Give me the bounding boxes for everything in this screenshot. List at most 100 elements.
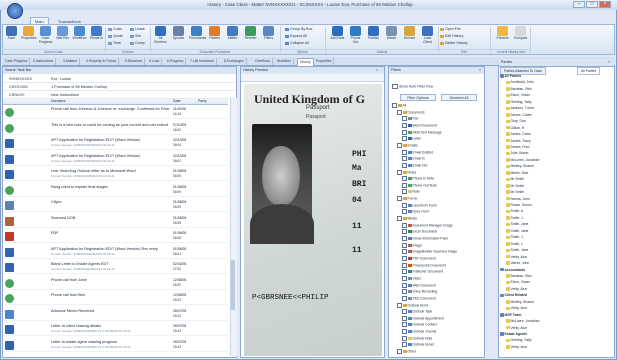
filter-checkbox[interactable] [402, 236, 407, 241]
filter-checkbox[interactable] [402, 309, 407, 315]
party-tree-item[interactable]: Mr Smith [500, 184, 524, 190]
filter-checkbox[interactable] [402, 202, 407, 208]
history-entry[interactable]: APT Application for Registration ED/T (W… [3, 153, 228, 166]
party-tree-item[interactable]: Bardeau, Rick [500, 87, 532, 93]
properties-button[interactable]: Properties [21, 26, 36, 41]
filter-tree-item[interactable]: Image [392, 242, 422, 248]
history-scrollbar-thumb[interactable] [231, 260, 235, 310]
party-tree-item[interactable]: Verity, Alun [500, 255, 527, 261]
expand-all-button[interactable]: Expand All [285, 34, 307, 38]
filter-checkbox[interactable] [402, 189, 407, 195]
party-tree-item[interactable]: Smith, J [500, 216, 523, 222]
parties-button[interactable]: Parties [207, 26, 222, 41]
filter-checkbox[interactable] [397, 349, 402, 355]
case-tab-3-matters[interactable]: 3.Matters [61, 58, 81, 65]
show-auto-filter-row[interactable]: Show Auto Filter Row [392, 84, 433, 89]
filter-tree-item[interactable]: Other [392, 349, 416, 355]
filter-tree-item[interactable]: Outlook Appointment [392, 315, 444, 321]
filter-checkbox[interactable] [397, 169, 402, 175]
costs-button[interactable]: Costs [108, 27, 122, 31]
party-tree-item[interactable]: Verity, Alun [500, 287, 527, 293]
matter-info-row[interactable]: SVNXXXXXX Eve, Louise [3, 75, 236, 83]
filter-checkbox[interactable] [402, 275, 407, 281]
filter-tree-item[interactable]: Media [392, 216, 417, 222]
matter-info-row[interactable]: CSXXXXM 1 Purchase of 69 Meldon Chellup [3, 83, 236, 91]
filter-checkbox[interactable] [402, 289, 407, 295]
history-entry[interactable]: Rang client to explain final stages 01/08… [3, 184, 228, 197]
filter-tree-item[interactable]: Documents [392, 109, 425, 115]
filter-tree-item[interactable]: Email In [392, 156, 425, 162]
collapse-all-button[interactable]: Collapse All [285, 41, 309, 45]
filter-checkbox[interactable] [402, 282, 407, 288]
filter-tree-item[interactable]: Voice Recording [392, 289, 437, 295]
precedents-button[interactable]: Precedents [189, 26, 206, 41]
compact-button[interactable]: Compact [513, 26, 528, 41]
filter-tree-item[interactable]: All [392, 103, 406, 108]
phone-out-button[interactable]: Phone Out [348, 26, 363, 44]
filter-checkbox[interactable] [402, 329, 407, 335]
matter-button[interactable]: Matter [225, 26, 240, 41]
attach-button[interactable]: Attach [384, 26, 399, 41]
edit-history-button[interactable]: Edit History [440, 34, 463, 38]
filter-checkbox[interactable] [392, 103, 397, 108]
filter-tree-item[interactable]: Powerpoint Document [392, 262, 446, 268]
history-entry[interactable]: APT Application for Registration ED/T (W… [3, 246, 228, 259]
party-tree-item[interactable]: James, Fred [500, 145, 529, 151]
party-tree-item[interactable]: Gillian, H [500, 126, 524, 132]
party-tree-item[interactable]: Estate Agents [500, 332, 527, 338]
case-tab-2-instructions[interactable]: 2.Instructions [31, 58, 57, 65]
sell-button[interactable]: Sell [130, 34, 141, 38]
filter-tree-item[interactable]: Word Document [392, 122, 437, 128]
filter-checkbox[interactable] [402, 116, 407, 122]
publish-button[interactable]: Publish [366, 26, 381, 41]
all-screens-button[interactable]: All Screens [153, 26, 168, 44]
load-client-button[interactable]: Load Client [420, 26, 435, 44]
party-tree-item[interactable]: Smith, Jane [500, 229, 528, 235]
workflow-button[interactable]: Workflow [72, 26, 87, 41]
filter-tree-item[interactable]: SMS Text Message [392, 129, 442, 135]
filter-tree-item[interactable]: Fax [392, 116, 418, 122]
history-entry[interactable]: Phone call from Ben 12/08/08 15:22 [3, 292, 228, 305]
matter-info-row[interactable]: CSNXXX New Instructions [3, 91, 236, 99]
case-tab-5-searches[interactable]: 5.Searches [123, 58, 146, 65]
maximize-button[interactable]: □ [586, 1, 598, 8]
filter-tree-item[interactable]: Email Drafted [392, 149, 433, 155]
filter-checkbox[interactable] [402, 222, 407, 228]
delete-history-button[interactable]: Delete History [440, 41, 468, 45]
party-tree-item[interactable]: Gray, Dan [500, 119, 526, 125]
filter-checkbox[interactable] [402, 176, 407, 182]
filter-checkbox[interactable] [402, 269, 407, 275]
minimize-button[interactable]: – [573, 1, 585, 8]
party-tree-item[interactable]: Mr Smith [500, 190, 524, 196]
narrative-column-header[interactable]: Narrative [51, 98, 66, 105]
quote-button[interactable]: Quote [108, 34, 123, 38]
filter-tree-item[interactable]: Outlook Note [392, 335, 432, 341]
filter-tree-item[interactable]: Phone Out Note [392, 182, 437, 188]
case-tab-workflow[interactable]: Workflow [275, 58, 294, 65]
filter-checkbox[interactable] [402, 342, 407, 348]
party-tree-item[interactable]: Mr Smith [500, 177, 524, 183]
case-progress-button[interactable]: Case Progress [38, 26, 53, 44]
filter-checkbox[interactable] [402, 229, 407, 235]
app-logo-icon[interactable] [7, 3, 23, 19]
filter-tree-item[interactable]: Outlook Journal [392, 329, 436, 335]
refresh-button[interactable]: Refresh [243, 26, 258, 41]
party-tree-item[interactable]: Smith, Jane [500, 222, 528, 228]
history-entry[interactable]: Blank Letter to Estate Agents EDT Current… [3, 261, 228, 274]
filter-checkbox[interactable] [402, 149, 407, 155]
preview-close-icon[interactable]: × [375, 68, 379, 72]
filter-tree-item[interactable]: Excel Document [392, 229, 437, 235]
filter-checkbox[interactable] [402, 162, 407, 168]
party-tree-item[interactable]: Nanna, John [500, 197, 530, 203]
date-column-header[interactable]: Date [173, 98, 181, 105]
party-tree-item[interactable]: Geeting, Sally [500, 100, 532, 106]
party-tree-item[interactable]: McLaren, Jonathan [500, 158, 540, 164]
case-tab-6-progress[interactable]: 6.Progress [165, 58, 187, 65]
party-tree-item[interactable]: Smith, Jane [500, 248, 528, 254]
tab-all-parties[interactable]: All Parties [577, 67, 601, 75]
history-entry[interactable]: This is a new note or could be coming as… [3, 122, 228, 135]
filter-checkbox[interactable] [402, 295, 407, 301]
party-tree-item[interactable]: Bardeau, Rick [500, 274, 532, 280]
save-button[interactable]: Save [4, 26, 19, 41]
case-tab-6-loan[interactable]: 6.Loan [147, 58, 163, 65]
